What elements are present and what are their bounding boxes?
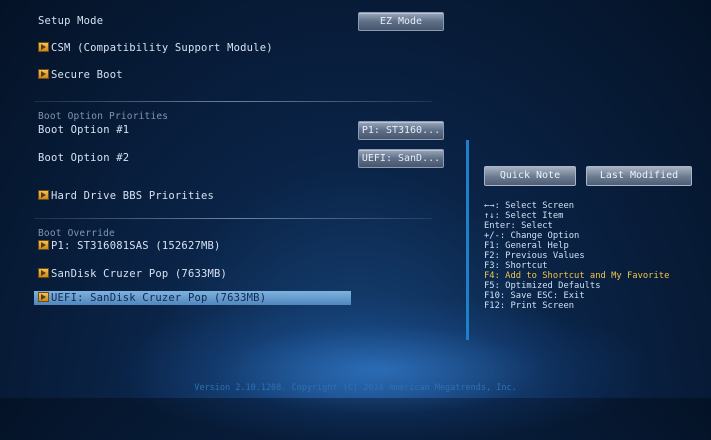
scrollbar[interactable] [466,140,469,340]
boot-priorities-header: Boot Option Priorities [38,111,169,122]
secure-boot-item[interactable]: Secure Boot [38,69,123,81]
help-panel: ←→: Select Screen ↑↓: Select Item Enter:… [484,201,669,311]
divider [34,218,432,219]
boot-override-header: Boot Override [38,228,115,239]
setup-mode-button[interactable]: EZ Mode [358,12,444,31]
boot-option-2-button[interactable]: UEFI: SanD... [358,149,444,168]
last-modified-button[interactable]: Last Modified [586,166,692,186]
override-item-2[interactable]: SanDisk Cruzer Pop (7633MB) [38,268,227,280]
hdd-bbs-label: Hard Drive BBS Priorities [51,190,215,202]
arrow-right-icon [38,240,49,250]
boot-option-1-button[interactable]: P1: ST3160... [358,121,444,140]
arrow-right-icon [38,42,49,52]
footer-version: Version 2.10.1208. Copyright (C) 2014 Am… [194,383,517,393]
arrow-right-icon [38,190,49,200]
divider [34,101,432,102]
override-1-label: P1: ST316081SAS (152627MB) [51,240,221,252]
help-line: ↑↓: Select Item [484,211,564,221]
override-3-label: UEFI: SanDisk Cruzer Pop (7633MB) [51,292,267,304]
help-line: Enter: Select [484,221,553,231]
help-line: ←→: Select Screen [484,201,575,211]
help-line: F12: Print Screen [484,301,575,311]
override-2-label: SanDisk Cruzer Pop (7633MB) [51,268,228,280]
help-line-highlight: F4: Add to Shortcut and My Favorite [484,271,670,281]
help-line: F1: General Help [484,241,569,251]
setup-mode-label: Setup Mode [38,15,104,27]
boot-option-1-label: Boot Option #1 [38,124,130,136]
secure-boot-label: Secure Boot [51,69,123,81]
override-item-1[interactable]: P1: ST316081SAS (152627MB) [38,240,221,252]
arrow-right-icon [38,69,49,79]
help-line: F2: Previous Values [484,251,585,261]
background-glow [120,300,640,440]
arrow-right-icon [38,268,49,278]
boot-option-2-label: Boot Option #2 [38,152,130,164]
arrow-right-icon [38,292,49,302]
help-line: F10: Save ESC: Exit [484,291,585,301]
help-line: F5: Optimized Defaults [484,281,601,291]
csm-label: CSM (Compatibility Support Module) [51,42,273,54]
help-line: +/-: Change Option [484,231,580,241]
hdd-bbs-item[interactable]: Hard Drive BBS Priorities [38,190,214,202]
quick-note-button[interactable]: Quick Note [484,166,576,186]
csm-item[interactable]: CSM (Compatibility Support Module) [38,42,273,54]
override-item-3[interactable]: UEFI: SanDisk Cruzer Pop (7633MB) [38,292,266,304]
help-line: F3: Shortcut [484,261,548,271]
